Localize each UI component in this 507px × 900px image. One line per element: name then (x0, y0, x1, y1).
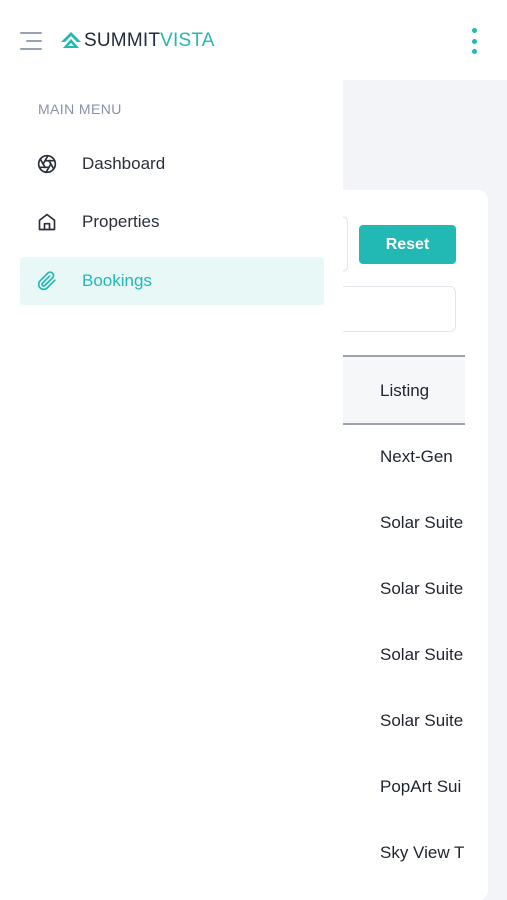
top-header: SUMMITVISTA (0, 0, 507, 80)
sidebar-item-label: Dashboard (82, 154, 166, 173)
paperclip-icon (37, 271, 57, 291)
sidebar-drawer: MAIN MENU Dashboard Properties Bookings (0, 80, 343, 900)
brand-name: SUMMITVISTA (84, 30, 215, 51)
sidebar-item-label: Bookings (82, 271, 152, 290)
brand-logo[interactable]: SUMMITVISTA (60, 28, 215, 54)
listing-cell: PopArt Sui (380, 777, 462, 796)
main-menu-title: MAIN MENU (38, 101, 122, 117)
listing-cell: Solar Suite (380, 513, 464, 532)
sidebar-item-bookings[interactable]: Bookings (20, 257, 324, 305)
aperture-icon (37, 154, 57, 174)
listing-cell: Next-Gen (380, 447, 453, 466)
column-header-listing: Listing (380, 381, 430, 400)
listing-cell: Solar Suite (380, 645, 464, 664)
vertical-dots-icon[interactable] (468, 28, 480, 54)
listing-cell: Solar Suite (380, 579, 464, 598)
reset-button[interactable]: Reset (359, 225, 456, 264)
listing-cell: Solar Suite (380, 711, 464, 730)
listing-cell: Sky View T (380, 843, 465, 862)
sidebar-item-label: Properties (82, 212, 160, 231)
mountain-logo-icon (61, 32, 81, 48)
home-icon (37, 212, 57, 232)
hamburger-menu-icon[interactable] (20, 31, 42, 51)
sidebar-item-dashboard[interactable]: Dashboard (20, 140, 324, 188)
sidebar-item-properties[interactable]: Properties (20, 198, 324, 246)
